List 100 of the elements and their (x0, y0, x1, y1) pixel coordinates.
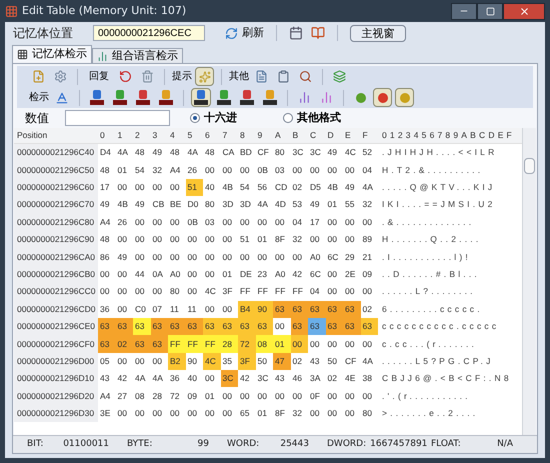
byte-cell[interactable]: 00 (360, 283, 378, 301)
byte-cell[interactable]: 63 (98, 335, 116, 353)
byte-cell[interactable]: D4 (98, 144, 116, 162)
byte-cell[interactable]: CF (343, 352, 360, 370)
byte-cell[interactable]: 72 (238, 335, 256, 353)
byte-cell[interactable]: 00 (360, 214, 378, 231)
byte-cell[interactable]: 00 (150, 248, 168, 266)
byte-cell[interactable]: 00 (98, 283, 116, 301)
byte-cell[interactable]: FF (256, 283, 273, 301)
byte-cell[interactable]: CB (150, 196, 168, 214)
byte-cell[interactable]: 35 (220, 352, 238, 370)
byte-cell[interactable]: BD (238, 144, 256, 162)
byte-cell[interactable]: 49 (98, 196, 116, 214)
byte-cell[interactable]: 00 (186, 283, 203, 301)
byte-cell[interactable]: 04 (290, 214, 308, 231)
byte-cell[interactable]: 63 (238, 318, 256, 336)
byte-cell[interactable]: 51 (186, 178, 203, 196)
byte-cell[interactable]: 09 (360, 266, 378, 284)
byte-cell[interactable]: 40 (203, 178, 220, 196)
byte-cell[interactable]: CA (220, 144, 238, 162)
byte-cell[interactable]: 4A (150, 370, 168, 388)
byte-cell[interactable]: 04 (308, 283, 326, 301)
byte-cell[interactable]: 00 (220, 161, 238, 179)
byte-cell[interactable]: D5 (308, 178, 326, 196)
byte-cell[interactable]: 38 (360, 370, 378, 388)
byte-cell[interactable]: 4D (273, 196, 290, 214)
byte-cell[interactable]: 00 (168, 230, 186, 248)
byte-cell[interactable]: 50 (256, 352, 273, 370)
byte-cell[interactable]: 00 (168, 404, 186, 422)
byte-cell[interactable]: 11 (186, 300, 203, 318)
byte-cell[interactable]: CD (273, 178, 290, 196)
byte-cell[interactable]: 47 (273, 352, 290, 370)
byte-cell[interactable]: 3C (256, 370, 273, 388)
byte-cell[interactable]: 48 (98, 161, 116, 179)
byte-cell[interactable]: 00 (203, 404, 220, 422)
byte-cell[interactable]: 02 (290, 352, 308, 370)
address-field[interactable]: 0000000021296CEC (93, 25, 205, 41)
byte-cell[interactable]: 00 (256, 214, 273, 231)
byte-cell[interactable]: 03 (273, 161, 290, 179)
main-window-button[interactable]: 主视窗 (350, 24, 406, 42)
byte-cell[interactable]: 00 (238, 248, 256, 266)
byte-cell[interactable]: 54 (238, 178, 256, 196)
close-button[interactable] (503, 2, 545, 20)
byte-cell[interactable]: 09 (186, 387, 203, 405)
byte-cell[interactable]: 4C (343, 144, 360, 162)
byte-cell[interactable]: 01 (116, 161, 133, 179)
byte-cell[interactable]: 00 (238, 161, 256, 179)
byte-cell[interactable]: 17 (308, 214, 326, 231)
byte-cell[interactable]: BE (168, 196, 186, 214)
byte-cell[interactable]: 00 (116, 300, 133, 318)
byte-cell[interactable]: 00 (203, 161, 220, 179)
byte-cell[interactable]: 02 (326, 370, 343, 388)
dec-format-button[interactable] (133, 88, 153, 107)
byte-cell[interactable]: 32 (360, 196, 378, 214)
byte-cell[interactable]: 17 (98, 178, 116, 196)
byte-cell[interactable]: 00 (203, 370, 220, 388)
byte-cell[interactable]: 00 (150, 283, 168, 301)
byte-cell[interactable]: 80 (168, 283, 186, 301)
byte-cell[interactable]: 49 (308, 196, 326, 214)
byte-cell[interactable]: 00 (273, 248, 290, 266)
byte-cell[interactable]: 00 (203, 230, 220, 248)
radio-option[interactable]: 十六进 (190, 110, 237, 126)
byte-cell[interactable]: 00 (203, 248, 220, 266)
byte-cell[interactable]: 02 (116, 335, 133, 353)
byte-cell[interactable]: 21 (360, 248, 378, 266)
byte-cell[interactable]: 11 (168, 300, 186, 318)
byte-cell[interactable]: 00 (326, 283, 343, 301)
byte-cell[interactable]: 00 (308, 161, 326, 179)
byte-cell[interactable]: 00 (308, 335, 326, 353)
byte-cell[interactable]: FF (273, 283, 290, 301)
byte-cell[interactable]: 63 (326, 300, 343, 318)
byte-cell[interactable]: 04 (360, 161, 378, 179)
byte-cell[interactable]: 0A (150, 266, 168, 284)
byte-cell[interactable]: 3E (98, 404, 116, 422)
radio-option[interactable]: 其他格式 (283, 110, 341, 126)
byte-cell[interactable]: 00 (116, 266, 133, 284)
byte-cell[interactable]: A4 (98, 387, 116, 405)
byte-cell[interactable]: 00 (326, 230, 343, 248)
byte-cell[interactable]: 55 (343, 196, 360, 214)
byte-cell[interactable]: 36 (98, 300, 116, 318)
byte-cell[interactable]: 3D (220, 196, 238, 214)
byte-cell[interactable]: 00 (116, 404, 133, 422)
byte-cell[interactable]: 63 (150, 335, 168, 353)
byte-cell[interactable]: 6C (308, 266, 326, 284)
byte-cell[interactable]: 63 (343, 300, 360, 318)
byte-cell[interactable]: 48 (98, 230, 116, 248)
byte-cell[interactable]: 07 (150, 300, 168, 318)
byte-cell[interactable]: 26 (116, 214, 133, 231)
byte-cell[interactable]: 00 (343, 283, 360, 301)
byte-cell[interactable]: 63 (290, 318, 308, 336)
byte-cell[interactable]: 49 (116, 248, 133, 266)
byte-cell[interactable]: 4A (256, 196, 273, 214)
byte-cell[interactable]: 01 (273, 335, 290, 353)
byte-cell[interactable]: 63 (116, 318, 133, 336)
byte-cell[interactable]: 00 (133, 248, 150, 266)
byte-cell[interactable]: 80 (203, 196, 220, 214)
byte-cell[interactable]: 00 (326, 404, 343, 422)
byte-cell[interactable]: 08 (133, 387, 150, 405)
byte-cell[interactable]: 05 (98, 352, 116, 370)
byte-cell[interactable]: 00 (203, 266, 220, 284)
